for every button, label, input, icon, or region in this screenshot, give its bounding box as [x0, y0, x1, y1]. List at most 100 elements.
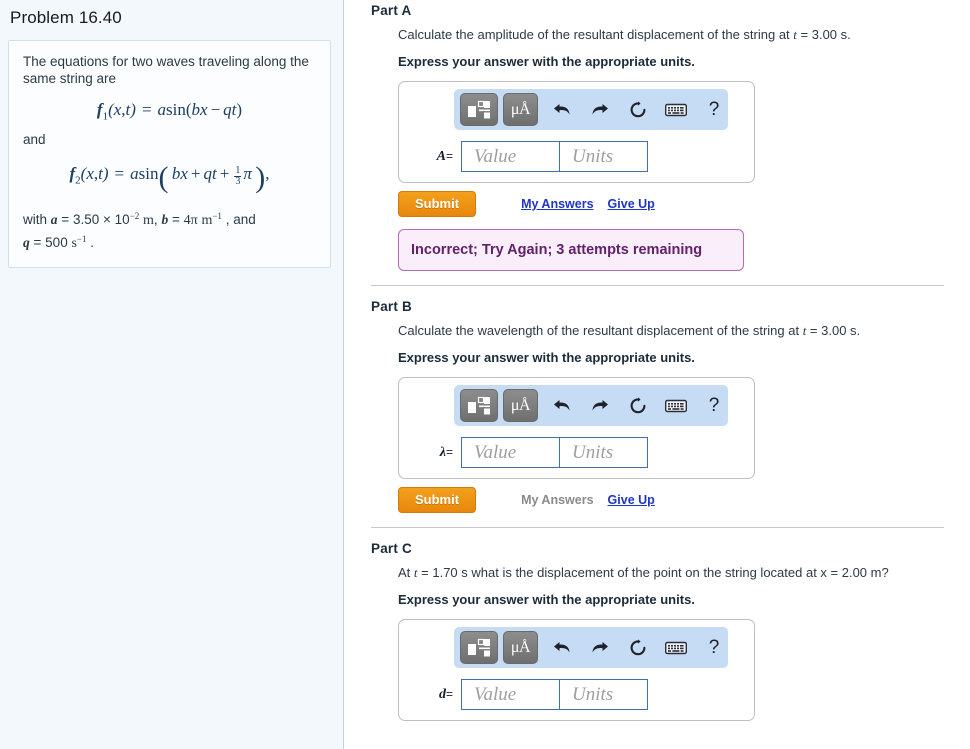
part-b-value-placeholder: Value	[474, 441, 517, 463]
redo-icon[interactable]	[585, 391, 615, 421]
part-a-my-answers-link[interactable]: My Answers	[521, 197, 593, 211]
undo-icon[interactable]	[547, 391, 577, 421]
part-a-variable-symbol: A	[436, 148, 446, 164]
constants-with-label: with	[23, 212, 48, 228]
part-c-value-input[interactable]: Value	[461, 679, 560, 710]
undo-arrow-icon	[554, 399, 570, 410]
part-b-value-input[interactable]: Value	[461, 437, 560, 468]
reset-icon[interactable]	[623, 95, 653, 125]
part-c-units-placeholder: Units	[572, 683, 614, 705]
problem-statement-box: The equations for two waves traveling al…	[8, 40, 331, 269]
part-b-units-input[interactable]: Units	[560, 437, 648, 468]
keyboard-icon[interactable]	[661, 633, 691, 663]
part-a-question: Calculate the amplitude of the resultant…	[345, 27, 970, 43]
page-root: Problem 16.40 The equations for two wave…	[0, 0, 970, 749]
keyboard-icon[interactable]	[661, 391, 691, 421]
part-c-block: Part C At t = 1.70 s what is the displac…	[345, 541, 970, 721]
part-divider-ab	[371, 285, 944, 286]
problem-constants: with a = 3.50 × 10−2 m, b = 4π m−1 , and…	[23, 207, 316, 253]
part-c-units-input[interactable]: Units	[560, 679, 648, 710]
part-c-question-pre: At	[398, 565, 414, 580]
undo-arrow-icon	[554, 103, 570, 114]
part-c-variable-symbol: d	[438, 686, 446, 702]
math-template-button[interactable]	[460, 93, 498, 126]
help-icon-label: ?	[708, 98, 720, 120]
reset-icon[interactable]	[623, 391, 653, 421]
redo-icon[interactable]	[585, 633, 615, 663]
undo-arrow-icon	[554, 641, 570, 652]
constant-q-equals: =	[33, 235, 42, 251]
part-b-variable-equals: =	[445, 444, 453, 459]
part-b-label: Part B	[371, 299, 412, 314]
help-icon[interactable]: ?	[699, 391, 729, 421]
keyboard-icon[interactable]	[661, 95, 691, 125]
units-button-label: μÅ	[510, 100, 531, 118]
units-button[interactable]: μÅ	[503, 631, 538, 664]
reset-icon[interactable]	[623, 633, 653, 663]
part-a-units-placeholder: Units	[572, 145, 614, 167]
help-icon[interactable]: ?	[699, 633, 729, 663]
constant-a-symbol: a	[50, 212, 58, 228]
constant-a-value: 3.50	[72, 212, 100, 228]
redo-arrow-icon	[592, 103, 608, 114]
part-a-value-input[interactable]: Value	[461, 141, 560, 172]
constant-b-unit: m	[201, 213, 213, 229]
constant-q-value: 500	[45, 235, 68, 251]
units-button[interactable]: μÅ	[503, 93, 538, 126]
part-a-express-note: Express your answer with the appropriate…	[398, 54, 695, 69]
constant-a-times: ×	[103, 212, 111, 228]
help-icon[interactable]: ?	[699, 95, 729, 125]
part-a-give-up-link[interactable]: Give Up	[608, 197, 655, 211]
part-a-answer-row: A= Value Units	[407, 141, 746, 172]
constant-a-equals: =	[61, 212, 70, 228]
constants-comma-2: ,	[225, 212, 230, 228]
part-b-give-up-link[interactable]: Give Up	[608, 493, 655, 507]
onscreen-keyboard-icon	[665, 103, 687, 116]
constant-b-symbol: b	[161, 212, 169, 228]
constant-b-exponent: −1	[212, 211, 222, 222]
parts-panel: Part A Calculate the amplitude of the re…	[345, 0, 970, 749]
reset-circular-arrow-icon	[630, 638, 646, 655]
part-b-submit-button[interactable]: Submit	[398, 487, 477, 513]
part-b-link-group: My Answers Give Up	[521, 493, 669, 507]
part-a-submit-button[interactable]: Submit	[398, 191, 477, 217]
units-button[interactable]: μÅ	[503, 389, 538, 422]
part-b-variable-label: λ=	[417, 445, 461, 461]
part-b-express-note: Express your answer with the appropriate…	[398, 350, 695, 365]
undo-icon[interactable]	[547, 633, 577, 663]
part-b-question-pre: Calculate the wavelength of the resultan…	[398, 323, 803, 338]
part-b-my-answers-link: My Answers	[521, 493, 594, 507]
part-b-question: Calculate the wavelength of the resultan…	[345, 323, 970, 339]
constant-b-equals: =	[171, 212, 180, 228]
part-c-question: At t = 1.70 s what is the displacement o…	[345, 565, 970, 581]
part-b-units-placeholder: Units	[572, 441, 614, 463]
undo-icon[interactable]	[547, 95, 577, 125]
math-template-icon	[468, 396, 490, 414]
part-a-units-input[interactable]: Units	[560, 141, 648, 172]
part-a-block: Part A Calculate the amplitude of the re…	[345, 3, 970, 271]
math-template-button[interactable]	[460, 389, 498, 422]
help-icon-label: ?	[708, 636, 720, 658]
redo-arrow-icon	[592, 641, 608, 652]
equation-connector: and	[23, 132, 46, 148]
constants-and-label: and	[233, 212, 256, 228]
problem-panel: Problem 16.40 The equations for two wave…	[0, 0, 344, 749]
part-b-block: Part B Calculate the wavelength of the r…	[345, 299, 970, 513]
part-a-question-pre: Calculate the amplitude of the resultant…	[398, 27, 794, 42]
part-a-feedback-banner: Incorrect; Try Again; 3 attempts remaini…	[398, 229, 744, 271]
part-a-answer-card: μÅ ? A= Value Units	[398, 81, 755, 183]
constant-q-exponent: −1	[76, 234, 87, 245]
part-c-answer-row: d= Value Units	[407, 679, 746, 710]
part-c-variable-label: d=	[417, 687, 461, 703]
part-c-question-post: = 1.70 s what is the displacement of the…	[417, 565, 889, 580]
redo-icon[interactable]	[585, 95, 615, 125]
constant-q-symbol: q	[23, 235, 30, 251]
help-icon-label: ?	[708, 394, 720, 416]
redo-arrow-icon	[592, 399, 608, 410]
constant-a-base: 10	[114, 212, 130, 228]
units-button-label: μÅ	[510, 638, 531, 656]
part-b-math-toolbar: μÅ ?	[454, 385, 728, 426]
onscreen-keyboard-icon	[665, 641, 687, 654]
math-template-button[interactable]	[460, 631, 498, 664]
part-a-variable-equals: =	[445, 148, 453, 163]
